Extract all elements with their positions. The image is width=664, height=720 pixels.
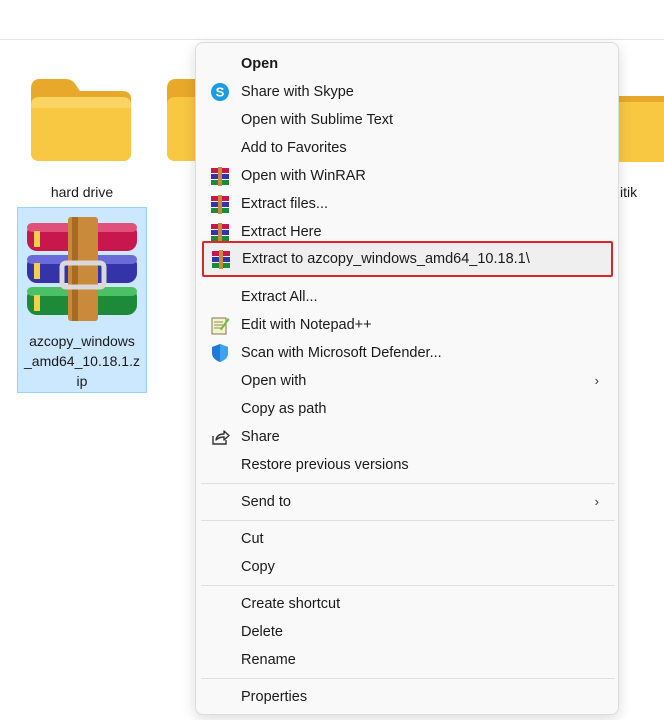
menu-item-label: Rename [241, 652, 296, 668]
menu-item-label: Open with WinRAR [241, 168, 366, 184]
chevron-right-icon: › [594, 494, 599, 509]
menu-item-send-to[interactable]: Send to › [201, 488, 613, 516]
folder-label-hard-drive[interactable]: hard drive [20, 182, 144, 203]
menu-item-share[interactable]: Share [201, 423, 613, 451]
folder-icon[interactable] [619, 90, 664, 162]
menu-item-copy[interactable]: Copy [201, 553, 613, 581]
menu-item-extract-all[interactable]: Extract All... [201, 283, 613, 311]
menu-item-label: Cut [241, 531, 264, 547]
menu-item-label: Send to [241, 494, 291, 510]
notepadpp-icon [210, 315, 230, 335]
menu-item-label: Copy [241, 559, 275, 575]
menu-item-label: Add to Favorites [241, 140, 347, 156]
menu-item-label: Copy as path [241, 401, 327, 417]
defender-shield-icon [210, 343, 230, 363]
folder-icon[interactable] [28, 77, 134, 163]
menu-item-rename[interactable]: Rename [201, 646, 613, 674]
menu-item-label: Extract All... [241, 289, 318, 305]
menu-item-label: Open [241, 56, 279, 72]
menu-item-scan-defender[interactable]: Scan with Microsoft Defender... [201, 339, 613, 367]
menu-item-label: Delete [241, 624, 283, 640]
menu-item-label: Share with Skype [241, 84, 354, 100]
toolbar-divider [0, 39, 664, 40]
menu-item-add-favorites[interactable]: Add to Favorites [201, 134, 613, 162]
menu-item-open[interactable]: Open [201, 50, 613, 78]
menu-item-properties[interactable]: Properties [201, 683, 613, 711]
file-label-line-3[interactable]: ip [18, 371, 146, 392]
menu-separator [201, 678, 615, 679]
menu-item-create-shortcut[interactable]: Create shortcut [201, 590, 613, 618]
file-label-line-2[interactable]: _amd64_10.18.1.z [18, 351, 146, 372]
menu-item-label: Extract to azcopy_windows_amd64_10.18.1\ [242, 251, 530, 267]
menu-item-restore-versions[interactable]: Restore previous versions [201, 451, 613, 479]
folder-label-partial[interactable]: itik [620, 182, 650, 203]
menu-item-extract-files[interactable]: Extract files... [201, 190, 613, 218]
menu-separator [201, 585, 615, 586]
menu-item-label: Extract files... [241, 196, 329, 212]
menu-item-cut[interactable]: Cut [201, 525, 613, 553]
menu-item-open-with[interactable]: Open with › [201, 367, 613, 395]
menu-item-label: Restore previous versions [241, 457, 409, 473]
winrar-icon [210, 166, 230, 186]
menu-item-delete[interactable]: Delete [201, 618, 613, 646]
winrar-archive-icon[interactable] [24, 215, 140, 323]
menu-separator [201, 520, 615, 521]
menu-item-label: Scan with Microsoft Defender... [241, 345, 442, 361]
menu-item-open-winrar[interactable]: Open with WinRAR [201, 162, 613, 190]
skype-icon: S [210, 82, 230, 102]
menu-item-share-skype[interactable]: S Share with Skype [201, 78, 613, 106]
menu-item-label: Open with Sublime Text [241, 112, 394, 128]
menu-item-label: Create shortcut [241, 596, 341, 612]
file-label-line-1[interactable]: azcopy_windows [18, 331, 146, 352]
menu-item-open-sublime[interactable]: Open with Sublime Text [201, 106, 613, 134]
menu-item-label: Edit with Notepad++ [241, 317, 372, 333]
share-icon [210, 427, 230, 447]
svg-text:S: S [216, 85, 225, 100]
menu-item-label: Properties [241, 689, 308, 705]
winrar-icon [210, 194, 230, 214]
menu-item-label: Share [241, 429, 280, 445]
winrar-icon [211, 249, 231, 269]
menu-separator [201, 483, 615, 484]
winrar-icon [210, 222, 230, 242]
menu-item-copy-as-path[interactable]: Copy as path [201, 395, 613, 423]
context-menu: Open S Share with Skype Open with Sublim… [195, 42, 619, 715]
menu-item-edit-notepadpp[interactable]: Edit with Notepad++ [201, 311, 613, 339]
chevron-right-icon: › [594, 373, 599, 388]
menu-item-extract-to-folder[interactable]: Extract to azcopy_windows_amd64_10.18.1\ [202, 241, 613, 277]
menu-item-label: Open with [241, 373, 307, 389]
